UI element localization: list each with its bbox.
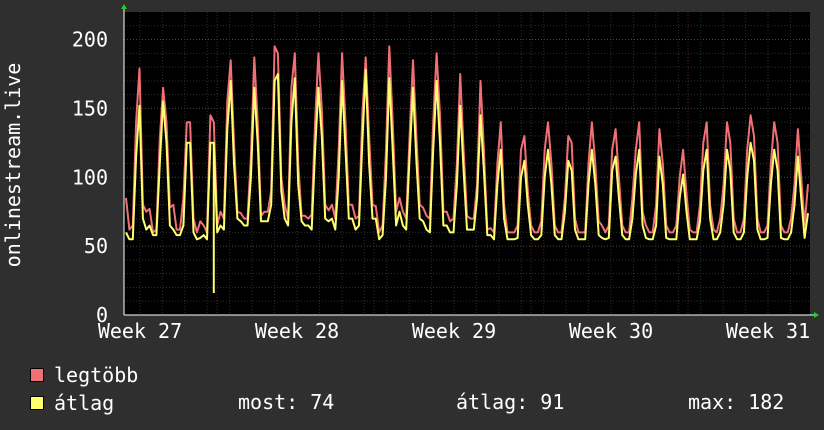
x-tick-label: Week 31 bbox=[726, 319, 810, 343]
y-axis-arrow bbox=[121, 4, 127, 9]
legend-label-max: legtöbb bbox=[54, 363, 139, 387]
legend-swatch-max bbox=[30, 368, 44, 382]
legend-item-avg: átlag bbox=[30, 390, 114, 416]
stat-current: most: 74 bbox=[238, 390, 335, 414]
y-tick-label: 150 bbox=[72, 96, 108, 120]
legend-label-avg: átlag bbox=[54, 391, 115, 415]
x-axis-arrow bbox=[814, 312, 819, 318]
x-tick-label: Week 30 bbox=[569, 319, 653, 343]
x-tick-label: Week 29 bbox=[412, 319, 496, 343]
stat-average: átlag: 91 bbox=[456, 390, 565, 414]
x-tick-label: Week 27 bbox=[98, 319, 182, 343]
stat-max: max: 182 bbox=[688, 390, 785, 414]
legend-item-max: legtöbb bbox=[30, 362, 138, 388]
y-tick-label: 100 bbox=[72, 165, 108, 189]
y-tick-label: 200 bbox=[72, 28, 108, 52]
y-axis-label: onlinestream.live bbox=[1, 63, 25, 268]
x-tick-label: Week 28 bbox=[255, 319, 339, 343]
y-tick-label: 50 bbox=[84, 234, 108, 258]
legend-swatch-avg bbox=[30, 396, 44, 410]
